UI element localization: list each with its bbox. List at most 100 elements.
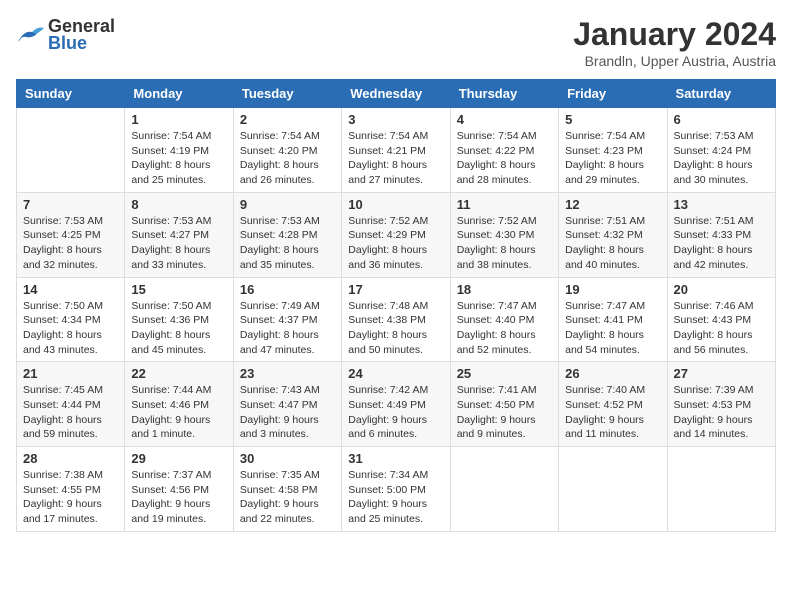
calendar-cell: 22 Sunrise: 7:44 AMSunset: 4:46 PMDayligh… bbox=[125, 362, 233, 447]
calendar-cell: 28 Sunrise: 7:38 AMSunset: 4:55 PMDayligh… bbox=[17, 447, 125, 532]
calendar-cell: 16 Sunrise: 7:49 AMSunset: 4:37 PMDayligh… bbox=[233, 277, 341, 362]
day-number: 10 bbox=[348, 197, 443, 212]
day-number: 8 bbox=[131, 197, 226, 212]
day-info: Sunrise: 7:54 AMSunset: 4:21 PMDaylight:… bbox=[348, 129, 443, 188]
day-number: 26 bbox=[565, 366, 660, 381]
logo-bird-icon bbox=[16, 24, 44, 46]
day-number: 12 bbox=[565, 197, 660, 212]
day-number: 9 bbox=[240, 197, 335, 212]
weekday-header-thursday: Thursday bbox=[450, 80, 558, 108]
calendar-cell: 15Sunrise: 7:50 AMSunset: 4:36 PMDayligh… bbox=[125, 277, 233, 362]
calendar-cell: 2 Sunrise: 7:54 AMSunset: 4:20 PMDaylight… bbox=[233, 108, 341, 193]
calendar-cell: 10 Sunrise: 7:52 AMSunset: 4:29 PMDayligh… bbox=[342, 192, 450, 277]
logo-blue-text: Blue bbox=[48, 33, 115, 54]
day-info: Sunrise: 7:42 AMSunset: 4:49 PMDaylight:… bbox=[348, 383, 443, 442]
calendar-cell bbox=[667, 447, 775, 532]
day-info: Sunrise: 7:41 AMSunset: 4:50 PMDaylight:… bbox=[457, 383, 552, 442]
day-info: Sunrise: 7:52 AMSunset: 4:29 PMDaylight:… bbox=[348, 214, 443, 273]
day-number: 3 bbox=[348, 112, 443, 127]
calendar-week-row: 7 Sunrise: 7:53 AMSunset: 4:25 PMDaylight… bbox=[17, 192, 776, 277]
calendar-cell: 11Sunrise: 7:52 AMSunset: 4:30 PMDayligh… bbox=[450, 192, 558, 277]
calendar-cell: 29Sunrise: 7:37 AMSunset: 4:56 PMDayligh… bbox=[125, 447, 233, 532]
day-number: 18 bbox=[457, 282, 552, 297]
day-info: Sunrise: 7:52 AMSunset: 4:30 PMDaylight:… bbox=[457, 214, 552, 273]
calendar-cell bbox=[559, 447, 667, 532]
day-info: Sunrise: 7:50 AMSunset: 4:34 PMDaylight:… bbox=[23, 299, 118, 358]
day-number: 2 bbox=[240, 112, 335, 127]
day-number: 31 bbox=[348, 451, 443, 466]
day-number: 25 bbox=[457, 366, 552, 381]
day-info: Sunrise: 7:44 AMSunset: 4:46 PMDaylight:… bbox=[131, 383, 226, 442]
day-number: 5 bbox=[565, 112, 660, 127]
day-info: Sunrise: 7:38 AMSunset: 4:55 PMDaylight:… bbox=[23, 468, 118, 527]
calendar-cell: 18 Sunrise: 7:47 AMSunset: 4:40 PMDayligh… bbox=[450, 277, 558, 362]
day-info: Sunrise: 7:45 AMSunset: 4:44 PMDaylight:… bbox=[23, 383, 118, 442]
day-number: 15 bbox=[131, 282, 226, 297]
calendar-cell bbox=[450, 447, 558, 532]
weekday-header-friday: Friday bbox=[559, 80, 667, 108]
calendar-cell: 20Sunrise: 7:46 AMSunset: 4:43 PMDayligh… bbox=[667, 277, 775, 362]
day-number: 6 bbox=[674, 112, 769, 127]
calendar-cell bbox=[17, 108, 125, 193]
calendar-cell: 31 Sunrise: 7:34 AMSunset: 5:00 PMDayligh… bbox=[342, 447, 450, 532]
day-number: 29 bbox=[131, 451, 226, 466]
day-info: Sunrise: 7:40 AMSunset: 4:52 PMDaylight:… bbox=[565, 383, 660, 442]
weekday-header-sunday: Sunday bbox=[17, 80, 125, 108]
calendar-title-area: January 2024 Brandln, Upper Austria, Aus… bbox=[573, 16, 776, 69]
calendar-cell: 14Sunrise: 7:50 AMSunset: 4:34 PMDayligh… bbox=[17, 277, 125, 362]
day-number: 22 bbox=[131, 366, 226, 381]
calendar-cell: 23 Sunrise: 7:43 AMSunset: 4:47 PMDayligh… bbox=[233, 362, 341, 447]
day-info: Sunrise: 7:43 AMSunset: 4:47 PMDaylight:… bbox=[240, 383, 335, 442]
day-info: Sunrise: 7:51 AMSunset: 4:33 PMDaylight:… bbox=[674, 214, 769, 273]
day-number: 24 bbox=[348, 366, 443, 381]
day-number: 27 bbox=[674, 366, 769, 381]
day-info: Sunrise: 7:53 AMSunset: 4:28 PMDaylight:… bbox=[240, 214, 335, 273]
location-subtitle: Brandln, Upper Austria, Austria bbox=[573, 53, 776, 69]
day-info: Sunrise: 7:47 AMSunset: 4:40 PMDaylight:… bbox=[457, 299, 552, 358]
day-info: Sunrise: 7:34 AMSunset: 5:00 PMDaylight:… bbox=[348, 468, 443, 527]
day-number: 28 bbox=[23, 451, 118, 466]
month-title: January 2024 bbox=[573, 16, 776, 53]
calendar-cell: 3 Sunrise: 7:54 AMSunset: 4:21 PMDaylight… bbox=[342, 108, 450, 193]
calendar-week-row: 28 Sunrise: 7:38 AMSunset: 4:55 PMDayligh… bbox=[17, 447, 776, 532]
weekday-header-wednesday: Wednesday bbox=[342, 80, 450, 108]
day-info: Sunrise: 7:53 AMSunset: 4:27 PMDaylight:… bbox=[131, 214, 226, 273]
calendar-cell: 24 Sunrise: 7:42 AMSunset: 4:49 PMDayligh… bbox=[342, 362, 450, 447]
weekday-header-row: SundayMondayTuesdayWednesdayThursdayFrid… bbox=[17, 80, 776, 108]
day-info: Sunrise: 7:35 AMSunset: 4:58 PMDaylight:… bbox=[240, 468, 335, 527]
weekday-header-saturday: Saturday bbox=[667, 80, 775, 108]
day-info: Sunrise: 7:53 AMSunset: 4:24 PMDaylight:… bbox=[674, 129, 769, 188]
calendar-cell: 1Sunrise: 7:54 AMSunset: 4:19 PMDaylight… bbox=[125, 108, 233, 193]
calendar-cell: 21 Sunrise: 7:45 AMSunset: 4:44 PMDayligh… bbox=[17, 362, 125, 447]
day-number: 20 bbox=[674, 282, 769, 297]
day-info: Sunrise: 7:39 AMSunset: 4:53 PMDaylight:… bbox=[674, 383, 769, 442]
page-header: General Blue January 2024 Brandln, Upper… bbox=[16, 16, 776, 69]
day-number: 30 bbox=[240, 451, 335, 466]
day-number: 4 bbox=[457, 112, 552, 127]
day-info: Sunrise: 7:53 AMSunset: 4:25 PMDaylight:… bbox=[23, 214, 118, 273]
day-info: Sunrise: 7:54 AMSunset: 4:22 PMDaylight:… bbox=[457, 129, 552, 188]
day-number: 23 bbox=[240, 366, 335, 381]
day-number: 21 bbox=[23, 366, 118, 381]
calendar-table: SundayMondayTuesdayWednesdayThursdayFrid… bbox=[16, 79, 776, 532]
day-info: Sunrise: 7:54 AMSunset: 4:19 PMDaylight:… bbox=[131, 129, 226, 188]
weekday-header-tuesday: Tuesday bbox=[233, 80, 341, 108]
calendar-cell: 27 Sunrise: 7:39 AMSunset: 4:53 PMDayligh… bbox=[667, 362, 775, 447]
calendar-cell: 8 Sunrise: 7:53 AMSunset: 4:27 PMDaylight… bbox=[125, 192, 233, 277]
calendar-week-row: 21 Sunrise: 7:45 AMSunset: 4:44 PMDayligh… bbox=[17, 362, 776, 447]
day-number: 13 bbox=[674, 197, 769, 212]
day-info: Sunrise: 7:54 AMSunset: 4:20 PMDaylight:… bbox=[240, 129, 335, 188]
day-info: Sunrise: 7:48 AMSunset: 4:38 PMDaylight:… bbox=[348, 299, 443, 358]
calendar-cell: 26 Sunrise: 7:40 AMSunset: 4:52 PMDayligh… bbox=[559, 362, 667, 447]
day-number: 16 bbox=[240, 282, 335, 297]
calendar-cell: 17Sunrise: 7:48 AMSunset: 4:38 PMDayligh… bbox=[342, 277, 450, 362]
day-info: Sunrise: 7:54 AMSunset: 4:23 PMDaylight:… bbox=[565, 129, 660, 188]
weekday-header-monday: Monday bbox=[125, 80, 233, 108]
calendar-cell: 25 Sunrise: 7:41 AMSunset: 4:50 PMDayligh… bbox=[450, 362, 558, 447]
day-number: 7 bbox=[23, 197, 118, 212]
calendar-cell: 4 Sunrise: 7:54 AMSunset: 4:22 PMDaylight… bbox=[450, 108, 558, 193]
calendar-cell: 7 Sunrise: 7:53 AMSunset: 4:25 PMDaylight… bbox=[17, 192, 125, 277]
day-info: Sunrise: 7:51 AMSunset: 4:32 PMDaylight:… bbox=[565, 214, 660, 273]
day-info: Sunrise: 7:49 AMSunset: 4:37 PMDaylight:… bbox=[240, 299, 335, 358]
day-number: 19 bbox=[565, 282, 660, 297]
